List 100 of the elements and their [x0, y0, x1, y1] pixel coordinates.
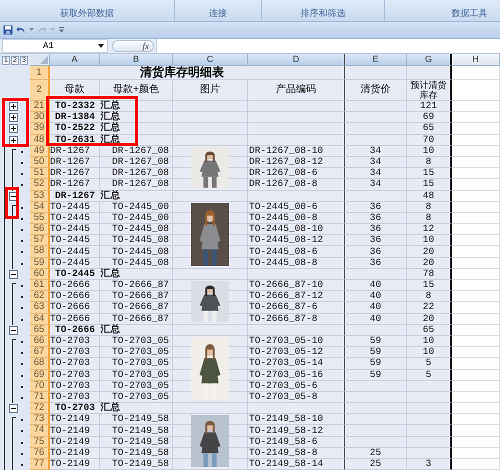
table-cell: 34	[370, 179, 382, 190]
table-cell: 10	[422, 347, 434, 358]
table-cell: TO-2703	[50, 358, 90, 368]
table-cell: TO-2149	[50, 436, 90, 447]
row-number[interactable]: 70	[30, 380, 50, 392]
column-heading: 图片	[200, 85, 220, 95]
table-cell: TO-2149_58-10	[248, 414, 324, 424]
table-cell: TO-2666	[50, 302, 90, 312]
table-cell: 20	[422, 314, 434, 324]
table-cell: TO-2149	[50, 448, 90, 458]
expand-button[interactable]	[9, 102, 18, 111]
expand-button[interactable]	[9, 136, 18, 145]
table-cell: 36	[370, 246, 382, 257]
column-header[interactable]: H	[452, 54, 500, 66]
table-cell-text: TO-2149_58	[111, 426, 170, 436]
table-cell: 22	[422, 302, 434, 312]
table-cell: TO-2666	[50, 314, 90, 324]
table-cell-text: TO-2445_08	[111, 224, 170, 234]
row-number[interactable]: 62	[30, 291, 50, 302]
customize-toolbar-icon[interactable]	[58, 27, 65, 33]
collapse-button[interactable]	[9, 404, 18, 414]
collapse-button[interactable]	[9, 270, 18, 279]
table-cell-text: TO-2445_08	[111, 258, 170, 268]
row-number[interactable]: 57	[30, 235, 50, 246]
row-number[interactable]: 63	[30, 302, 50, 314]
column-header[interactable]: D	[248, 54, 345, 66]
row-number[interactable]: 60	[30, 268, 50, 280]
row-number[interactable]: 66	[30, 336, 50, 348]
formula-input[interactable]	[156, 39, 500, 53]
table-cell: TO-2445_08-8	[248, 258, 318, 268]
row-number[interactable]: 75	[30, 436, 50, 448]
row-number[interactable]: 58	[30, 246, 50, 258]
row-number[interactable]: 49	[30, 146, 50, 157]
table-cell: TO-2149_58-12	[248, 426, 324, 436]
row-number[interactable]: 73	[30, 414, 50, 426]
table-cell: 59	[370, 370, 382, 380]
table-cell: 40	[370, 291, 382, 302]
table-cell: 3	[426, 459, 432, 470]
table-cell: DR-1267_08-12	[248, 157, 324, 168]
table-cell: DR-1267_08-8	[248, 179, 318, 190]
table-cell: 40	[370, 302, 382, 312]
table-cell: 10	[422, 235, 434, 246]
column-header[interactable]: B	[100, 54, 173, 66]
collapse-button[interactable]	[9, 326, 18, 335]
row-number[interactable]: 50	[30, 156, 50, 168]
row-number[interactable]: 2	[30, 80, 50, 101]
row-number[interactable]: 65	[30, 324, 50, 336]
table-cell: 20	[422, 246, 434, 257]
summary-label: DR-1384 汇总	[54, 112, 121, 122]
row-number[interactable]: 72	[30, 403, 50, 414]
table-cell: TO-2703_05-10	[248, 336, 324, 346]
table-cell: TO-2703_05-6	[248, 380, 318, 391]
dropdown-caret-icon[interactable]	[98, 44, 104, 48]
table-cell: 25	[370, 459, 382, 470]
table-cell-text: TO-2445_00	[111, 212, 170, 223]
table-cell: 78	[422, 268, 434, 279]
table-cell: 12	[422, 224, 434, 234]
row-number[interactable]: 77	[30, 459, 50, 470]
table-cell: DR-1267_08-10	[248, 146, 324, 156]
summary-label: TO-2445 汇总	[54, 268, 121, 279]
table-cell: 40	[370, 280, 382, 290]
table-cell: 8	[426, 157, 432, 168]
table-cell-text: TO-2149_58	[111, 414, 170, 424]
row-number[interactable]: 61	[30, 280, 50, 292]
save-icon[interactable]	[3, 25, 13, 35]
column-header[interactable]: A	[50, 54, 100, 66]
insert-function-button[interactable]: fx	[112, 40, 154, 52]
table-cell: 59	[370, 358, 382, 368]
expand-button[interactable]	[9, 124, 18, 134]
column-heading: 母款	[64, 85, 84, 95]
row-number[interactable]: 76	[30, 448, 50, 459]
column-header[interactable]: G	[407, 54, 452, 66]
row-number[interactable]: 56	[30, 224, 50, 236]
table-cell-text: TO-2703_05	[111, 336, 170, 346]
table-cell: TO-2703	[50, 392, 90, 402]
table-cell: TO-2149	[50, 426, 90, 436]
table-cell-text: TO-2703_05	[111, 347, 170, 358]
table-cell-text: TO-2666_87	[111, 314, 170, 324]
row-number[interactable]: 69	[30, 370, 50, 381]
row-number[interactable]: 68	[30, 358, 50, 370]
row-number[interactable]: 71	[30, 392, 50, 404]
name-box[interactable]: A1	[2, 39, 108, 53]
row-number[interactable]: 54	[30, 202, 50, 213]
ribbon-group-label: 获取外部数据	[60, 8, 114, 19]
table-cell: TO-2445_08-12	[248, 235, 324, 246]
row-number[interactable]: 55	[30, 212, 50, 224]
row-number[interactable]: 74	[30, 425, 50, 437]
row-number[interactable]: 52	[30, 179, 50, 190]
table-cell: 59	[370, 347, 382, 358]
column-header[interactable]: E	[345, 54, 407, 66]
expand-button[interactable]	[9, 113, 18, 122]
row-number[interactable]: 1	[30, 66, 50, 80]
row-number[interactable]: 64	[30, 314, 50, 325]
column-header[interactable]: C	[173, 54, 248, 66]
row-number[interactable]: 59	[30, 258, 50, 269]
row-number[interactable]: 67	[30, 347, 50, 358]
row-number[interactable]: 51	[30, 168, 50, 180]
undo-icon[interactable]	[16, 25, 26, 35]
table-cell-text: TO-2666_87	[111, 302, 170, 312]
row-number[interactable]: 53	[30, 190, 50, 202]
